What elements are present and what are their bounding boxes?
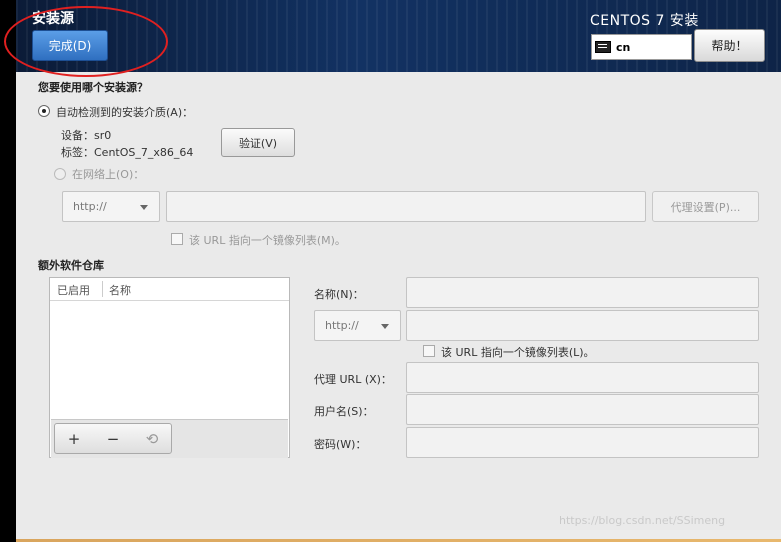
page-title: 安装源: [32, 11, 74, 27]
installer-window: 安装源 完成(D) CENTOS 7 安装 cn 帮助！ 您要使用哪个安装源？ …: [16, 0, 781, 542]
network-mirror-label: 该 URL 指向一个镜像列表(M)。: [189, 234, 346, 247]
repo-name-label: 名称(N)：: [314, 288, 364, 301]
column-enabled[interactable]: 已启用: [57, 282, 90, 298]
username-field[interactable]: [406, 394, 759, 425]
auto-media-label: 自动检测到的安装介质(A)：: [56, 106, 194, 119]
column-separator: [102, 281, 103, 297]
proxy-settings-button[interactable]: 代理设置(P)...: [652, 191, 759, 222]
repo-table[interactable]: 已启用 名称 + − ⟲: [49, 277, 290, 458]
network-protocol-select[interactable]: http://: [62, 191, 160, 222]
repo-tool-group: + − ⟲: [54, 423, 172, 454]
repo-url-field[interactable]: [406, 310, 759, 341]
verify-button[interactable]: 验证(V): [221, 128, 295, 157]
proxy-url-field[interactable]: [406, 362, 759, 393]
proxy-url-label: 代理 URL (X)：: [314, 373, 392, 386]
keyboard-icon: [595, 41, 611, 53]
column-name[interactable]: 名称: [109, 282, 131, 298]
remove-repo-button[interactable]: −: [94, 424, 132, 453]
network-protocol-value: http://: [73, 200, 107, 213]
add-repo-button[interactable]: +: [55, 424, 93, 453]
refresh-repo-button[interactable]: ⟲: [133, 424, 171, 453]
watermark: https://blog.csdn.net/SSimeng: [559, 514, 726, 527]
chevron-down-icon: [140, 204, 148, 210]
keyboard-layout-label: cn: [616, 40, 631, 54]
password-label: 密码(W)：: [314, 438, 367, 451]
repo-protocol-value: http://: [325, 319, 359, 332]
repo-protocol-select[interactable]: http://: [314, 310, 401, 341]
repo-toolbar: + − ⟲: [51, 419, 288, 458]
source-question: 您要使用哪个安装源？: [38, 81, 148, 94]
network-url-field[interactable]: [166, 191, 646, 222]
network-radio[interactable]: [54, 168, 66, 180]
network-mirror-checkbox[interactable]: [171, 233, 183, 245]
repo-table-header: 已启用 名称: [50, 278, 289, 301]
repo-name-field[interactable]: [406, 277, 759, 308]
product-title: CENTOS 7 安装: [590, 13, 699, 29]
password-field[interactable]: [406, 427, 759, 458]
help-button[interactable]: 帮助！: [694, 29, 765, 62]
minus-icon: −: [106, 429, 120, 448]
repo-mirror-checkbox[interactable]: [423, 345, 435, 357]
username-label: 用户名(S)：: [314, 405, 374, 418]
auto-media-radio[interactable]: [38, 105, 50, 117]
keyboard-layout-indicator[interactable]: cn: [591, 34, 692, 60]
network-label: 在网络上(O)：: [72, 168, 145, 181]
done-button[interactable]: 完成(D): [32, 30, 108, 61]
extra-repos-heading: 额外软件仓库: [38, 259, 104, 272]
plus-icon: +: [67, 429, 81, 448]
repo-mirror-label: 该 URL 指向一个镜像列表(L)。: [441, 346, 595, 359]
bottom-strip: [16, 530, 781, 542]
device-text: 设备：sr0: [61, 129, 112, 142]
refresh-icon: ⟲: [145, 429, 159, 448]
chevron-down-icon: [381, 323, 389, 329]
media-label-text: 标签：CentOS_7_x86_64: [61, 146, 194, 159]
